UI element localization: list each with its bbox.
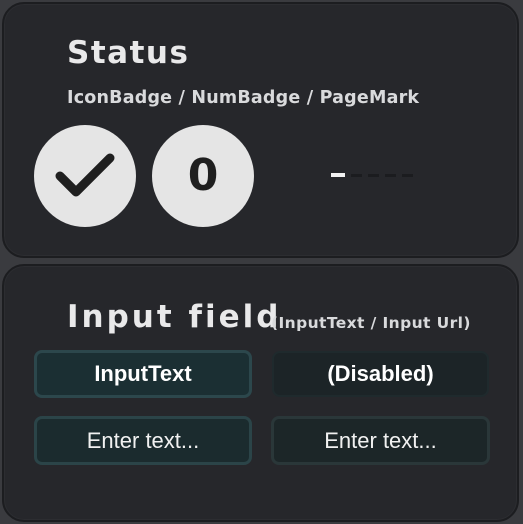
- status-subtitle: IconBadge / NumBadge / PageMark: [67, 88, 420, 108]
- input-text-button[interactable]: InputText: [34, 350, 252, 398]
- page-mark-dot: [402, 173, 413, 177]
- num-badge: 0: [152, 125, 254, 227]
- input-panel: Input field (InputText / Input Url) Inpu…: [2, 264, 519, 522]
- input-field-title: Input field: [67, 299, 282, 335]
- disabled-input: (Disabled): [272, 351, 489, 397]
- status-panel: Status IconBadge / NumBadge / PageMark 0: [2, 2, 519, 258]
- page-mark-dot: [351, 173, 362, 177]
- page-mark-dot: [368, 173, 379, 177]
- page-mark-dot: [385, 173, 396, 177]
- num-badge-value: 0: [187, 150, 219, 201]
- input-field-subtitle: (InputText / Input Url): [271, 314, 471, 332]
- check-icon: [55, 153, 115, 197]
- page-mark-dot: [331, 173, 345, 177]
- icon-badge: [34, 125, 136, 227]
- url-input-field[interactable]: [271, 416, 490, 465]
- status-title: Status: [67, 35, 190, 71]
- page-mark: [331, 173, 413, 177]
- text-input-field[interactable]: [34, 416, 252, 465]
